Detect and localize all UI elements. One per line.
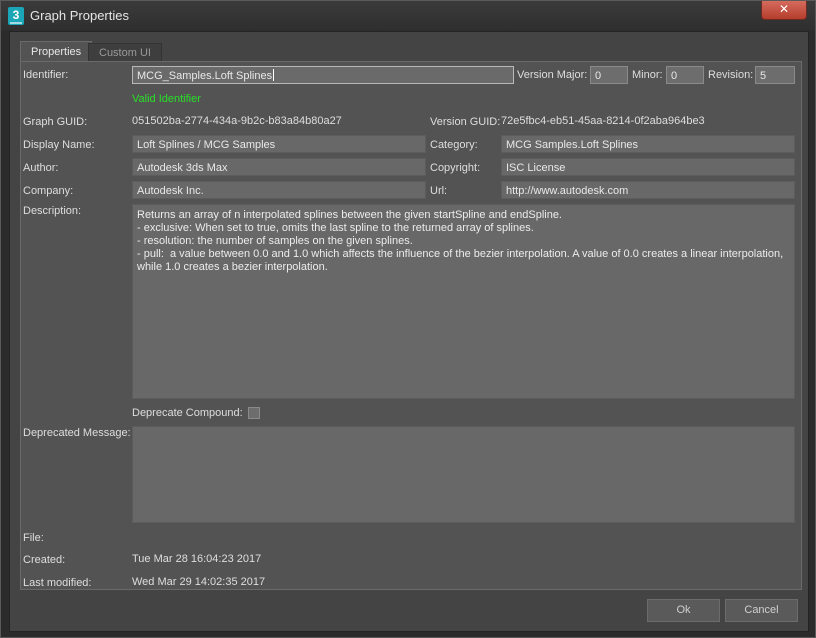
valid-identifier-status: Valid Identifier bbox=[132, 93, 201, 105]
close-icon: ✕ bbox=[778, 2, 790, 16]
version-major-input[interactable]: 0 bbox=[590, 66, 628, 84]
created-label: Created: bbox=[23, 554, 66, 566]
dialog-client-area: Properties Custom UI Identifier: MCG_Sam… bbox=[9, 31, 809, 632]
url-label: Url: bbox=[430, 185, 448, 197]
minor-label: Minor: bbox=[632, 69, 663, 81]
cancel-button[interactable]: Cancel bbox=[725, 599, 798, 622]
tab-properties[interactable]: Properties bbox=[20, 41, 93, 62]
category-input[interactable]: MCG Samples.Loft Splines bbox=[501, 135, 795, 153]
deprecated-message-textarea[interactable] bbox=[132, 426, 795, 523]
author-input[interactable]: Autodesk 3ds Max bbox=[132, 158, 426, 176]
text-caret bbox=[273, 69, 275, 81]
copyright-input[interactable]: ISC License bbox=[501, 158, 795, 176]
description-label: Description: bbox=[23, 205, 82, 217]
3dsmax-app-icon: 3 bbox=[8, 7, 24, 25]
deprecate-compound-checkbox[interactable] bbox=[248, 407, 260, 419]
tab-custom-ui[interactable]: Custom UI bbox=[88, 43, 162, 62]
graph-guid-value: 051502ba-2774-434a-9b2c-b83a84b80a27 bbox=[132, 115, 342, 127]
version-major-label: Version Major: bbox=[517, 69, 588, 81]
close-button[interactable]: ✕ bbox=[761, 1, 807, 20]
company-input[interactable]: Autodesk Inc. bbox=[132, 181, 426, 199]
created-value: Tue Mar 28 16:04:23 2017 bbox=[132, 553, 262, 565]
company-label: Company: bbox=[23, 185, 74, 197]
revision-input[interactable]: 5 bbox=[755, 66, 795, 84]
file-label: File: bbox=[23, 532, 44, 544]
display-name-input[interactable]: Loft Splines / MCG Samples bbox=[132, 135, 426, 153]
deprecate-compound-label: Deprecate Compound: bbox=[132, 407, 243, 419]
ok-button[interactable]: Ok bbox=[647, 599, 720, 622]
graph-properties-dialog: 3 Graph Properties ✕ Properties Custom U… bbox=[0, 0, 816, 638]
window-title: Graph Properties bbox=[30, 8, 129, 23]
display-name-label: Display Name: bbox=[23, 139, 95, 151]
author-label: Author: bbox=[23, 162, 59, 174]
last-modified-label: Last modified: bbox=[23, 577, 92, 589]
url-input[interactable]: http://www.autodesk.com bbox=[501, 181, 795, 199]
graph-guid-label: Graph GUID: bbox=[23, 116, 88, 128]
revision-label: Revision: bbox=[708, 69, 754, 81]
deprecated-message-label: Deprecated Message: bbox=[23, 427, 131, 439]
category-label: Category: bbox=[430, 139, 478, 151]
description-textarea[interactable]: Returns an array of n interpolated splin… bbox=[132, 204, 795, 399]
identifier-value: MCG_Samples.Loft Splines bbox=[137, 70, 273, 82]
version-guid-label: Version GUID: bbox=[430, 116, 501, 128]
properties-panel: Identifier: MCG_Samples.Loft Splines Ver… bbox=[20, 61, 802, 590]
identifier-label: Identifier: bbox=[23, 69, 69, 81]
title-bar[interactable]: 3 Graph Properties ✕ bbox=[1, 1, 815, 31]
copyright-label: Copyright: bbox=[430, 162, 481, 174]
last-modified-value: Wed Mar 29 14:02:35 2017 bbox=[132, 576, 266, 588]
identifier-input[interactable]: MCG_Samples.Loft Splines bbox=[132, 66, 514, 84]
version-guid-value: 72e5fbc4-eb51-45aa-8214-0f2aba964be3 bbox=[501, 115, 705, 127]
minor-input[interactable]: 0 bbox=[666, 66, 704, 84]
